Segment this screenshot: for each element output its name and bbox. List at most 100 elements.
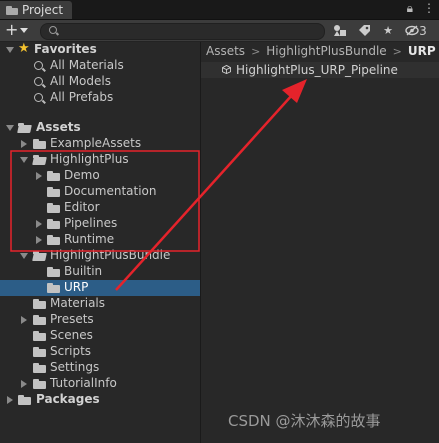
tab-project-label: Project xyxy=(22,3,64,17)
tree-folder[interactable]: Editor xyxy=(0,200,200,216)
tree-folder-bundle[interactable]: HighlightPlusBundle xyxy=(0,248,200,264)
asset-browser: Assets > HighlightPlusBundle > URP Highl… xyxy=(201,42,439,443)
tree-folder[interactable]: ExampleAssets xyxy=(0,136,200,152)
fold-closed-icon[interactable] xyxy=(36,220,42,228)
chevron-right-icon: > xyxy=(392,44,402,58)
folder-label: TutorialInfo xyxy=(50,376,117,390)
watermark: CSDN @沐沐森的故事 xyxy=(228,412,381,430)
folder-icon xyxy=(33,299,46,309)
folder-label: Runtime xyxy=(64,232,115,246)
tab-project[interactable]: Project xyxy=(0,1,72,19)
tree-folder[interactable]: Demo xyxy=(0,168,200,184)
folder-label: Builtin xyxy=(64,264,103,278)
tree-favorites[interactable]: ★ Favorites xyxy=(0,41,200,58)
lock-icon[interactable]: 🔒︎ xyxy=(407,1,413,16)
folder-open-icon xyxy=(33,251,46,261)
tree-folder[interactable]: Builtin xyxy=(0,264,200,280)
label-icon[interactable] xyxy=(355,22,373,39)
folder-icon xyxy=(33,363,46,373)
search-icon xyxy=(49,26,57,34)
search-icon xyxy=(34,93,43,102)
tree-folder[interactable]: Settings xyxy=(0,360,200,376)
breadcrumb-item[interactable]: HighlightPlusBundle xyxy=(266,44,386,58)
tree-folder[interactable]: TutorialInfo xyxy=(0,376,200,392)
tree-folder[interactable]: Runtime xyxy=(0,232,200,248)
tree-folder[interactable]: Documentation xyxy=(0,184,200,200)
folder-open-icon xyxy=(18,123,31,133)
tab-bar: Project 🔒︎ ⋮ xyxy=(0,0,439,20)
project-toolbar: + ★ 3 xyxy=(0,20,439,42)
fold-open-icon[interactable] xyxy=(6,47,14,53)
tree-folder-highlightplus[interactable]: HighlightPlus xyxy=(0,152,200,168)
folder-label: HighlightPlus xyxy=(50,152,129,166)
fold-closed-icon[interactable] xyxy=(21,140,27,148)
folder-label: URP xyxy=(64,280,89,294)
chevron-down-icon[interactable] xyxy=(20,28,28,33)
favorite-item[interactable]: All Models xyxy=(0,74,200,90)
folder-icon xyxy=(47,267,60,277)
folder-icon xyxy=(33,139,46,149)
folder-label: Materials xyxy=(50,296,106,310)
folder-label: Pipelines xyxy=(64,216,118,230)
fold-closed-icon[interactable] xyxy=(36,236,42,244)
breadcrumb-item[interactable]: URP xyxy=(408,44,436,58)
favorite-item-label: All Prefabs xyxy=(50,90,114,104)
chevron-right-icon: > xyxy=(251,44,261,58)
render-pipeline-asset-icon xyxy=(222,65,231,74)
star-icon[interactable]: ★ xyxy=(379,22,397,39)
asset-item-label: HighlightPlus_URP_Pipeline xyxy=(236,63,398,77)
search-icon xyxy=(34,61,43,70)
asset-item[interactable]: HighlightPlus_URP_Pipeline xyxy=(201,62,439,78)
fold-open-icon[interactable] xyxy=(20,157,28,163)
folder-label: Presets xyxy=(50,312,94,326)
tree-folder[interactable]: Scripts xyxy=(0,344,200,360)
favorite-item-label: All Models xyxy=(50,74,111,88)
folder-icon xyxy=(47,283,60,293)
folder-label: ExampleAssets xyxy=(50,136,142,150)
folder-icon xyxy=(47,235,60,245)
favorite-item-label: All Materials xyxy=(50,58,124,72)
favorite-item[interactable]: All Materials xyxy=(0,58,200,74)
favorites-label: Favorites xyxy=(34,42,97,56)
fold-open-icon[interactable] xyxy=(6,125,14,131)
folder-icon xyxy=(33,379,46,389)
tree-assets[interactable]: Assets xyxy=(0,120,200,136)
scene-filter-icon[interactable] xyxy=(331,22,349,39)
folder-icon xyxy=(33,347,46,357)
fold-closed-icon[interactable] xyxy=(36,172,42,180)
star-icon: ★ xyxy=(18,41,30,56)
tree-folder[interactable]: Materials xyxy=(0,296,200,312)
folder-label: Settings xyxy=(50,360,100,374)
favorite-item[interactable]: All Prefabs xyxy=(0,90,200,106)
tree-packages[interactable]: Packages xyxy=(0,392,200,408)
folder-icon xyxy=(47,219,60,229)
tree-folder[interactable]: Scenes xyxy=(0,328,200,344)
folder-label: HighlightPlusBundle xyxy=(50,248,171,262)
tree-folder[interactable]: Pipelines xyxy=(0,216,200,232)
folder-tree: ★ Favorites All Materials All Models All… xyxy=(0,41,200,443)
tree-folder[interactable]: Presets xyxy=(0,312,200,328)
breadcrumb-item[interactable]: Assets xyxy=(206,44,245,58)
folder-label: Scripts xyxy=(50,344,92,358)
folder-label: Documentation xyxy=(64,184,157,198)
fold-closed-icon[interactable] xyxy=(21,380,27,388)
folder-label: Editor xyxy=(64,200,100,214)
folder-icon xyxy=(47,171,60,181)
fold-closed-icon[interactable] xyxy=(7,396,13,404)
folder-label: Scenes xyxy=(50,328,93,342)
hidden-count: 3 xyxy=(419,23,427,38)
folder-icon xyxy=(6,5,18,15)
eye-slash-icon[interactable]: 3 xyxy=(403,22,429,39)
tree-folder-urp[interactable]: URP xyxy=(0,280,200,296)
fold-closed-icon[interactable] xyxy=(21,316,27,324)
folder-icon xyxy=(47,203,60,213)
breadcrumb: Assets > HighlightPlusBundle > URP xyxy=(206,42,436,60)
folder-label: Demo xyxy=(64,168,100,182)
fold-open-icon[interactable] xyxy=(20,253,28,259)
folder-open-icon xyxy=(33,155,46,165)
packages-label: Packages xyxy=(36,392,100,406)
kebab-menu-icon[interactable]: ⋮ xyxy=(423,1,435,16)
search-input[interactable] xyxy=(40,23,325,40)
plus-icon[interactable]: + xyxy=(5,21,18,39)
search-icon xyxy=(34,77,43,86)
